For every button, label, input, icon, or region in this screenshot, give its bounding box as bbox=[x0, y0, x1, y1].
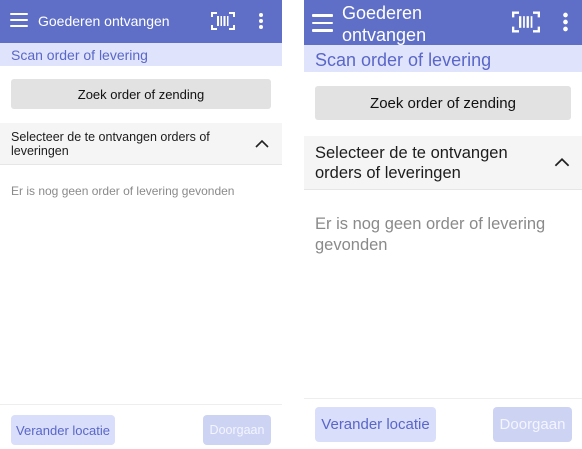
scan-order-bar[interactable]: Scan order of levering bbox=[304, 45, 582, 72]
continue-button[interactable]: Doorgaan bbox=[493, 407, 572, 442]
footer-bar: Verander locatie Doorgaan bbox=[304, 398, 582, 449]
footer-bar: Verander locatie Doorgaan bbox=[0, 404, 282, 449]
empty-message: Er is nog geen order of levering gevonde… bbox=[11, 184, 235, 198]
hamburger-menu-icon[interactable] bbox=[10, 13, 28, 31]
scan-label: Scan order of levering bbox=[11, 47, 148, 63]
section-title: Selecteer de te ontvangen orders of leve… bbox=[11, 130, 210, 158]
scan-label: Scan order of levering bbox=[315, 50, 492, 70]
barcode-scan-icon[interactable] bbox=[211, 11, 235, 36]
change-location-button[interactable]: Verander locatie bbox=[11, 415, 115, 445]
page-title: Goederen ontvangen bbox=[342, 3, 427, 45]
more-vertical-icon[interactable] bbox=[562, 11, 569, 38]
more-vertical-icon[interactable] bbox=[258, 12, 264, 35]
section-title: Selecteer de te ontvangen orders of leve… bbox=[315, 144, 508, 182]
change-location-button[interactable]: Verander locatie bbox=[315, 407, 436, 442]
search-order-button[interactable]: Zoek order of zending bbox=[11, 79, 271, 109]
barcode-scan-icon[interactable] bbox=[512, 10, 540, 39]
screen-compact: Goederen ontvangen Scan order of leverin… bbox=[0, 0, 282, 449]
screen-large: Goederen ontvangen Scan order of leverin… bbox=[304, 0, 582, 449]
scan-order-bar[interactable]: Scan order of levering bbox=[0, 43, 282, 66]
chevron-up-icon[interactable] bbox=[553, 155, 571, 173]
chevron-up-icon[interactable] bbox=[254, 136, 270, 154]
empty-message: Er is nog geen order of levering gevonde… bbox=[315, 215, 546, 254]
hamburger-menu-icon[interactable] bbox=[312, 14, 333, 37]
search-order-button[interactable]: Zoek order of zending bbox=[315, 86, 571, 120]
orders-section-header[interactable]: Selecteer de te ontvangen orders of leve… bbox=[0, 123, 282, 165]
app-bar: Goederen ontvangen bbox=[304, 0, 582, 45]
app-bar: Goederen ontvangen bbox=[0, 0, 282, 43]
orders-section-header[interactable]: Selecteer de te ontvangen orders of leve… bbox=[304, 136, 582, 190]
continue-button[interactable]: Doorgaan bbox=[203, 415, 271, 445]
page-title: Goederen ontvangen bbox=[38, 13, 170, 29]
